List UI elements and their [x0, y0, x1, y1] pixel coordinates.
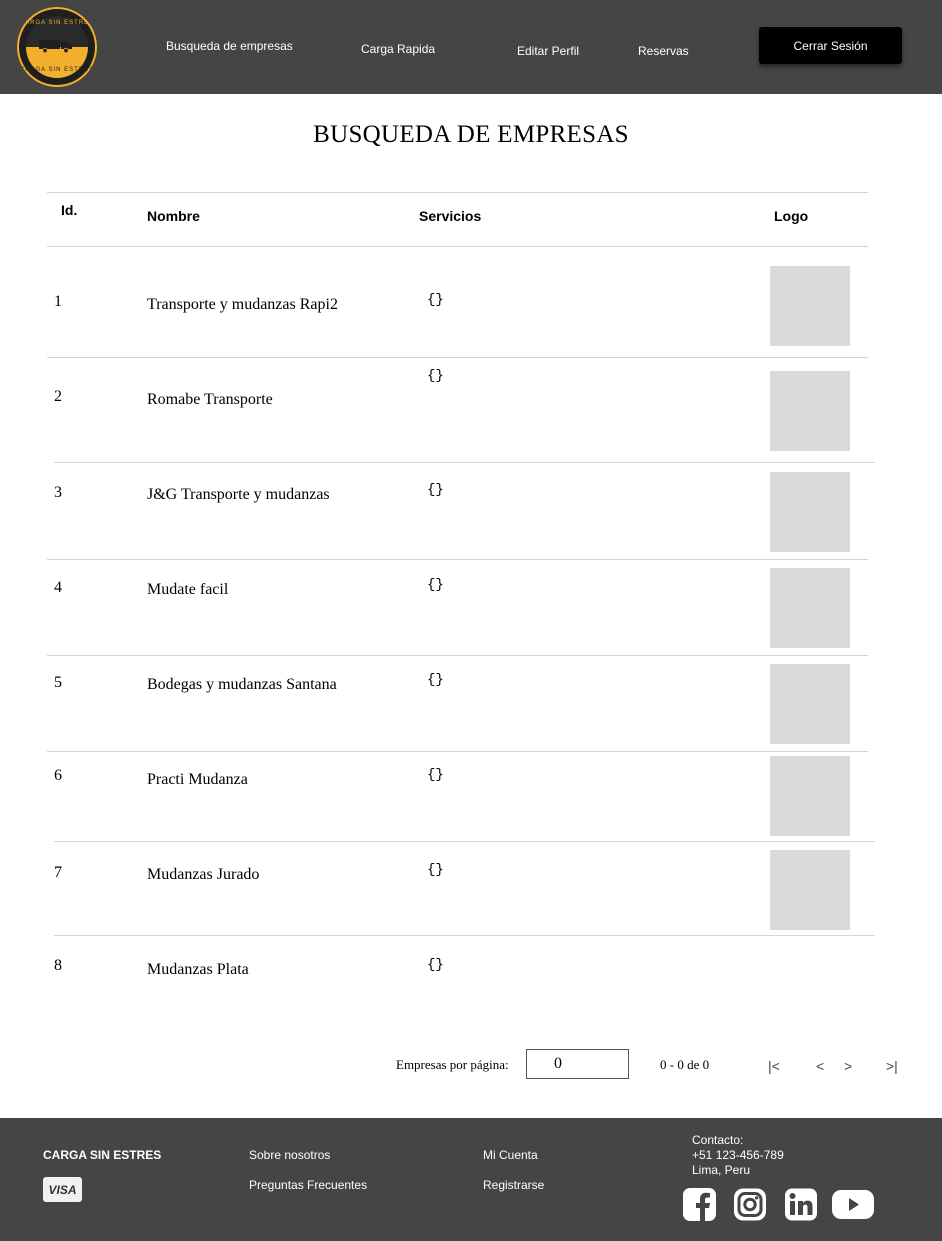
column-header-logo: Logo: [774, 208, 809, 224]
row-2-id: 2: [54, 388, 62, 405]
row-4-logo: [770, 568, 850, 648]
row-divider: [47, 559, 868, 560]
column-header-name: Nombre: [147, 208, 200, 224]
row-divider: [47, 655, 868, 656]
row-2-name[interactable]: Romabe Transporte: [147, 391, 273, 409]
row-divider: [54, 841, 875, 842]
row-6-logo: [770, 756, 850, 836]
page-title: BUSQUEDA DE EMPRESAS: [313, 121, 629, 148]
contact-label: Contacto:: [692, 1133, 744, 1147]
footer-link-registrarse[interactable]: Registrarse: [483, 1178, 544, 1192]
row-divider: [47, 357, 868, 358]
linkedin-icon[interactable]: [784, 1188, 818, 1221]
row-divider: [47, 751, 868, 752]
row-1-name[interactable]: Transporte y mudanzas Rapi2: [147, 296, 338, 314]
nav-busqueda-empresas[interactable]: Busqueda de empresas: [166, 39, 293, 53]
row-7-id: 7: [54, 864, 62, 881]
row-2-logo: [770, 371, 850, 451]
row-5-id: 5: [54, 674, 62, 691]
row-5-logo: [770, 664, 850, 744]
column-header-services: Servicios: [419, 208, 482, 224]
nav-carga-rapida[interactable]: Carga Rapida: [361, 42, 435, 56]
row-divider: [54, 462, 875, 463]
footer-link-preguntas-frecuentes[interactable]: Preguntas Frecuentes: [249, 1178, 367, 1192]
logo-text-top: CARGA SIN ESTRES: [19, 20, 95, 26]
row-6-services: {}: [427, 767, 444, 783]
first-page-button[interactable]: |<: [768, 1058, 780, 1074]
footer: [0, 1118, 942, 1241]
facebook-icon[interactable]: [683, 1188, 716, 1221]
row-4-services: {}: [427, 577, 444, 593]
nav-editar-perfil[interactable]: Editar Perfil: [517, 44, 579, 58]
column-header-id: Id.: [61, 202, 78, 218]
row-7-name[interactable]: Mudanzas Jurado: [147, 866, 259, 884]
prev-page-button[interactable]: <: [816, 1058, 824, 1074]
row-6-name[interactable]: Practi Mudanza: [147, 771, 248, 789]
row-7-logo: [770, 850, 850, 930]
row-3-id: 3: [54, 484, 62, 501]
truck-icon: [39, 40, 72, 53]
visa-icon: VISA: [43, 1177, 82, 1202]
row-7-services: {}: [427, 862, 444, 878]
footer-brand: CARGA SIN ESTRES: [43, 1148, 162, 1162]
row-8-services: {}: [427, 957, 444, 973]
row-3-services: {}: [427, 482, 444, 498]
row-5-services: {}: [427, 672, 444, 688]
row-divider: [54, 935, 875, 936]
row-5-name[interactable]: Bodegas y mudanzas Santana: [147, 676, 337, 694]
brand-logo[interactable]: CARGA SIN ESTRES CARGA SIN ESTRES: [17, 7, 97, 87]
per-page-input[interactable]: [526, 1049, 629, 1079]
contact-city: Lima, Peru: [692, 1163, 751, 1177]
row-8-id: 8: [54, 957, 62, 974]
row-1-id: 1: [54, 293, 62, 310]
table-top-divider: [47, 192, 868, 193]
row-1-services: {}: [427, 292, 444, 308]
nav-reservas[interactable]: Reservas: [638, 44, 689, 58]
instagram-icon[interactable]: [733, 1188, 767, 1221]
row-3-logo: [770, 472, 850, 552]
per-page-label: Empresas por página:: [396, 1057, 509, 1072]
pagination-range: 0 - 0 de 0: [660, 1057, 710, 1072]
row-6-id: 6: [54, 767, 62, 784]
logo-text-bottom: CARGA SIN ESTRES: [19, 67, 95, 73]
contact-phone: +51 123-456-789: [692, 1148, 784, 1162]
row-1-logo: [770, 266, 850, 346]
row-4-name[interactable]: Mudate facil: [147, 581, 228, 599]
header-divider: [47, 246, 868, 247]
footer-link-sobre-nosotros[interactable]: Sobre nosotros: [249, 1148, 330, 1162]
row-4-id: 4: [54, 579, 62, 596]
row-3-name[interactable]: J&G Transporte y mudanzas: [147, 486, 330, 504]
next-page-button[interactable]: >: [844, 1058, 852, 1074]
row-8-name[interactable]: Mudanzas Plata: [147, 961, 249, 979]
footer-link-mi-cuenta[interactable]: Mi Cuenta: [483, 1148, 538, 1162]
row-2-services: {}: [427, 368, 444, 384]
logout-button[interactable]: Cerrar Sesión: [759, 27, 902, 64]
last-page-button[interactable]: >|: [886, 1058, 898, 1074]
youtube-icon[interactable]: [831, 1188, 875, 1221]
